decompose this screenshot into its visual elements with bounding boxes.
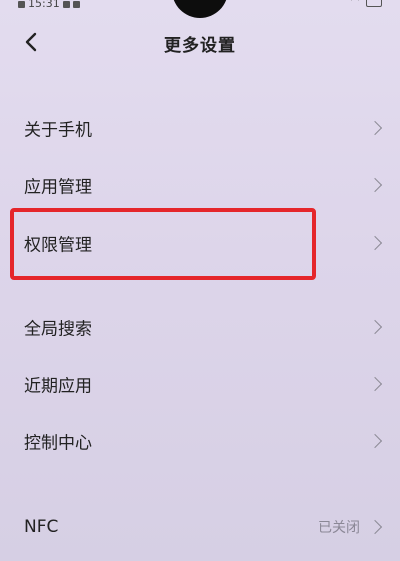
settings-item-recent-apps[interactable]: 近期应用 xyxy=(0,360,400,408)
chevron-right-icon xyxy=(367,433,383,449)
highlight-box xyxy=(10,208,316,280)
chevron-right-icon xyxy=(367,519,383,535)
notification-icon xyxy=(62,0,70,8)
settings-item-control-center[interactable]: 控制中心 xyxy=(0,417,400,465)
settings-item-label: 关于手机 xyxy=(24,120,92,141)
battery-icon xyxy=(366,0,382,7)
status-bar: 15:31 xyxy=(0,0,400,14)
notification-icon xyxy=(72,0,80,8)
settings-item-label: NFC xyxy=(24,517,59,537)
settings-item-label: 控制中心 xyxy=(24,433,92,454)
settings-item-about-phone[interactable]: 关于手机 xyxy=(0,104,400,152)
status-time: 15:31 xyxy=(28,0,60,10)
chevron-right-icon xyxy=(367,319,383,335)
status-right xyxy=(348,0,382,7)
settings-item-label: 近期应用 xyxy=(24,376,92,397)
page-title: 更多设置 xyxy=(164,36,236,56)
chevron-right-icon xyxy=(367,376,383,392)
chevron-right-icon xyxy=(367,120,383,136)
header: 更多设置 xyxy=(0,24,400,64)
chevron-right-icon xyxy=(367,235,383,251)
chevron-right-icon xyxy=(367,177,383,193)
settings-item-app-management[interactable]: 应用管理 xyxy=(0,161,400,209)
wifi-icon xyxy=(348,0,362,7)
settings-item-label: 应用管理 xyxy=(24,177,92,198)
settings-item-global-search[interactable]: 全局搜索 xyxy=(0,303,400,351)
phone-screen: 15:31 更多设置 关于手机 应用管理 权限管理 全局搜索 近期应用 控制中心… xyxy=(0,0,400,561)
settings-item-label: 全局搜索 xyxy=(24,319,92,340)
notification-icon xyxy=(18,0,25,8)
settings-item-nfc[interactable]: NFC 已关闭 xyxy=(0,503,400,551)
status-left: 15:31 xyxy=(18,0,80,11)
nfc-status-value: 已关闭 xyxy=(318,520,360,536)
